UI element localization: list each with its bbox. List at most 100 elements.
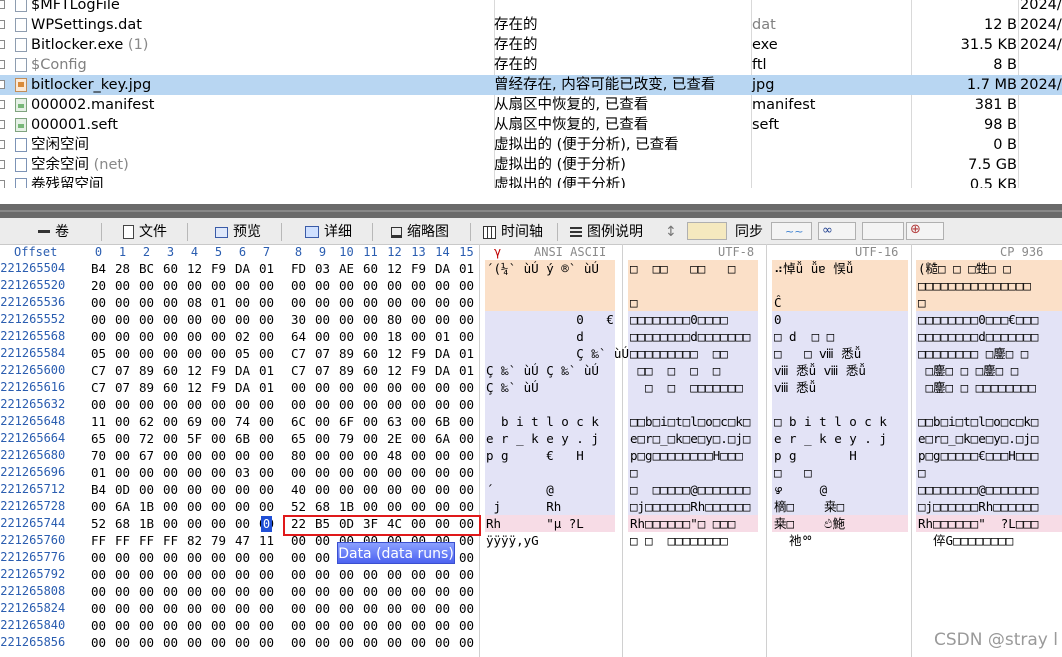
hex-byte[interactable]: 00 bbox=[88, 617, 109, 634]
hex-byte[interactable]: 00 bbox=[160, 464, 181, 481]
hex-byte[interactable]: 00 bbox=[136, 634, 157, 651]
ansi-marker[interactable]: γ bbox=[494, 244, 501, 260]
hex-byte[interactable]: 00 bbox=[160, 447, 181, 464]
row-checkbox[interactable] bbox=[0, 60, 5, 69]
hex-byte[interactable]: F9 bbox=[208, 379, 229, 396]
hex-byte[interactable]: 00 bbox=[432, 498, 453, 515]
hex-byte[interactable]: 00 bbox=[184, 498, 205, 515]
hex-byte[interactable]: 00 bbox=[336, 277, 357, 294]
hex-byte[interactable]: 00 bbox=[384, 634, 405, 651]
sync-mode-button[interactable]: ~~ bbox=[771, 222, 812, 240]
hex-byte[interactable]: 00 bbox=[256, 549, 277, 566]
hex-byte[interactable]: 00 bbox=[208, 396, 229, 413]
hex-byte[interactable]: 00 bbox=[112, 430, 133, 447]
hex-byte[interactable]: 00 bbox=[184, 600, 205, 617]
hex-byte[interactable]: 03 bbox=[312, 260, 333, 277]
hex-byte[interactable]: 00 bbox=[384, 617, 405, 634]
hex-byte[interactable]: 00 bbox=[88, 566, 109, 583]
hex-byte[interactable]: 00 bbox=[112, 311, 133, 328]
hex-byte[interactable]: 00 bbox=[88, 600, 109, 617]
hex-byte[interactable]: FF bbox=[136, 532, 157, 549]
hex-byte[interactable]: 00 bbox=[456, 617, 477, 634]
row-checkbox[interactable] bbox=[0, 0, 5, 9]
hex-byte[interactable]: 00 bbox=[232, 549, 253, 566]
hex-byte[interactable]: 00 bbox=[208, 566, 229, 583]
hex-byte[interactable]: 00 bbox=[312, 634, 333, 651]
hex-byte[interactable]: B4 bbox=[88, 481, 109, 498]
hex-byte[interactable]: 00 bbox=[112, 600, 133, 617]
hex-byte[interactable]: 00 bbox=[136, 549, 157, 566]
hex-byte[interactable]: 00 bbox=[408, 600, 429, 617]
hex-byte[interactable]: 00 bbox=[88, 294, 109, 311]
hex-byte[interactable]: 01 bbox=[456, 362, 477, 379]
hex-byte[interactable]: 00 bbox=[256, 447, 277, 464]
hex-byte[interactable]: 82 bbox=[184, 532, 205, 549]
hex-byte[interactable]: 00 bbox=[256, 566, 277, 583]
hex-byte[interactable]: 12 bbox=[184, 379, 205, 396]
hex-byte[interactable]: 00 bbox=[256, 464, 277, 481]
hex-byte[interactable]: 01 bbox=[256, 260, 277, 277]
hex-row[interactable]: 3221265600 C7 07 89 60 12 F9 DA 01 C7 07 89 60 12 F9 DA… bbox=[0, 362, 1062, 379]
hex-byte[interactable]: 72 bbox=[136, 430, 157, 447]
hex-byte[interactable]: 60 bbox=[360, 362, 381, 379]
hex-byte[interactable]: 00 bbox=[360, 447, 381, 464]
hex-byte[interactable]: 89 bbox=[336, 362, 357, 379]
hex-byte[interactable]: 00 bbox=[336, 566, 357, 583]
hex-byte[interactable]: 00 bbox=[232, 311, 253, 328]
hex-byte[interactable]: 00 bbox=[432, 379, 453, 396]
hex-byte[interactable]: FF bbox=[88, 532, 109, 549]
hex-byte[interactable]: 00 bbox=[256, 396, 277, 413]
find-button[interactable]: ∞ bbox=[818, 222, 856, 240]
hex-byte[interactable]: 00 bbox=[336, 379, 357, 396]
hex-byte[interactable]: 00 bbox=[160, 583, 181, 600]
hex-row[interactable]: 3221265824 00 00 00 00 00 00 00 00 00 00 00 00 00 00 00… bbox=[0, 600, 1062, 617]
hex-byte[interactable]: 00 bbox=[336, 396, 357, 413]
hex-byte[interactable]: 00 bbox=[256, 345, 277, 362]
hex-byte[interactable]: 02 bbox=[232, 328, 253, 345]
hex-byte[interactable]: 00 bbox=[288, 294, 309, 311]
hex-byte[interactable]: 00 bbox=[256, 600, 277, 617]
hex-byte[interactable]: F9 bbox=[408, 260, 429, 277]
hex-byte[interactable]: 01 bbox=[208, 294, 229, 311]
file-row[interactable]: $MFTLogFile 2024/ bbox=[0, 0, 1062, 15]
hex-row[interactable]: 322126574452681B000000000022B50D3F4C0000… bbox=[0, 515, 1062, 532]
hex-byte[interactable]: 00 bbox=[456, 583, 477, 600]
hex-byte[interactable]: 00 bbox=[432, 617, 453, 634]
hex-byte[interactable]: 79 bbox=[208, 532, 229, 549]
hex-byte[interactable]: 05 bbox=[232, 345, 253, 362]
hex-byte[interactable]: 00 bbox=[360, 277, 381, 294]
hex-byte[interactable]: 00 bbox=[312, 566, 333, 583]
hex-byte[interactable]: 68 bbox=[112, 515, 133, 532]
hex-byte[interactable]: 00 bbox=[160, 515, 181, 532]
hex-row[interactable]: 3221265856 00 00 00 00 00 00 00 00 00 00 00 00 00 00 00… bbox=[0, 634, 1062, 651]
hex-row[interactable]: 3221265536 00 00 00 00 08 01 00 00 00 00 00 00 00 00 00… bbox=[0, 294, 1062, 311]
hex-byte[interactable]: 00 bbox=[184, 464, 205, 481]
hex-row[interactable]: 3221265696 01 00 00 00 00 00 03 00 00 00 00 00 00 00 00… bbox=[0, 464, 1062, 481]
hex-byte[interactable]: DA bbox=[432, 345, 453, 362]
hex-byte[interactable]: B4 bbox=[88, 260, 109, 277]
hex-byte[interactable]: 00 bbox=[408, 447, 429, 464]
hex-byte[interactable]: F9 bbox=[208, 362, 229, 379]
hex-byte[interactable]: 00 bbox=[408, 396, 429, 413]
hex-byte[interactable]: 00 bbox=[432, 583, 453, 600]
hex-byte[interactable]: 00 bbox=[384, 379, 405, 396]
hex-byte[interactable]: 00 bbox=[432, 634, 453, 651]
hex-byte[interactable]: 00 bbox=[232, 498, 253, 515]
hex-byte[interactable]: 00 bbox=[288, 566, 309, 583]
hex-byte[interactable]: 00 bbox=[336, 294, 357, 311]
hex-byte[interactable]: 00 bbox=[408, 379, 429, 396]
hex-byte[interactable]: 00 bbox=[456, 311, 477, 328]
hex-byte[interactable]: 07 bbox=[312, 345, 333, 362]
hex-byte[interactable]: 00 bbox=[360, 583, 381, 600]
hex-byte[interactable]: 00 bbox=[432, 566, 453, 583]
hex-byte[interactable]: 00 bbox=[88, 583, 109, 600]
hex-byte[interactable]: 00 bbox=[360, 566, 381, 583]
hex-byte[interactable]: 00 bbox=[360, 600, 381, 617]
hex-byte[interactable]: 00 bbox=[432, 447, 453, 464]
hex-byte[interactable]: 52 bbox=[288, 498, 309, 515]
hex-byte[interactable]: 00 bbox=[432, 396, 453, 413]
hex-byte[interactable]: 00 bbox=[384, 464, 405, 481]
hex-byte[interactable]: 00 bbox=[312, 277, 333, 294]
hex-byte[interactable]: 01 bbox=[432, 328, 453, 345]
hex-byte[interactable]: 00 bbox=[384, 498, 405, 515]
